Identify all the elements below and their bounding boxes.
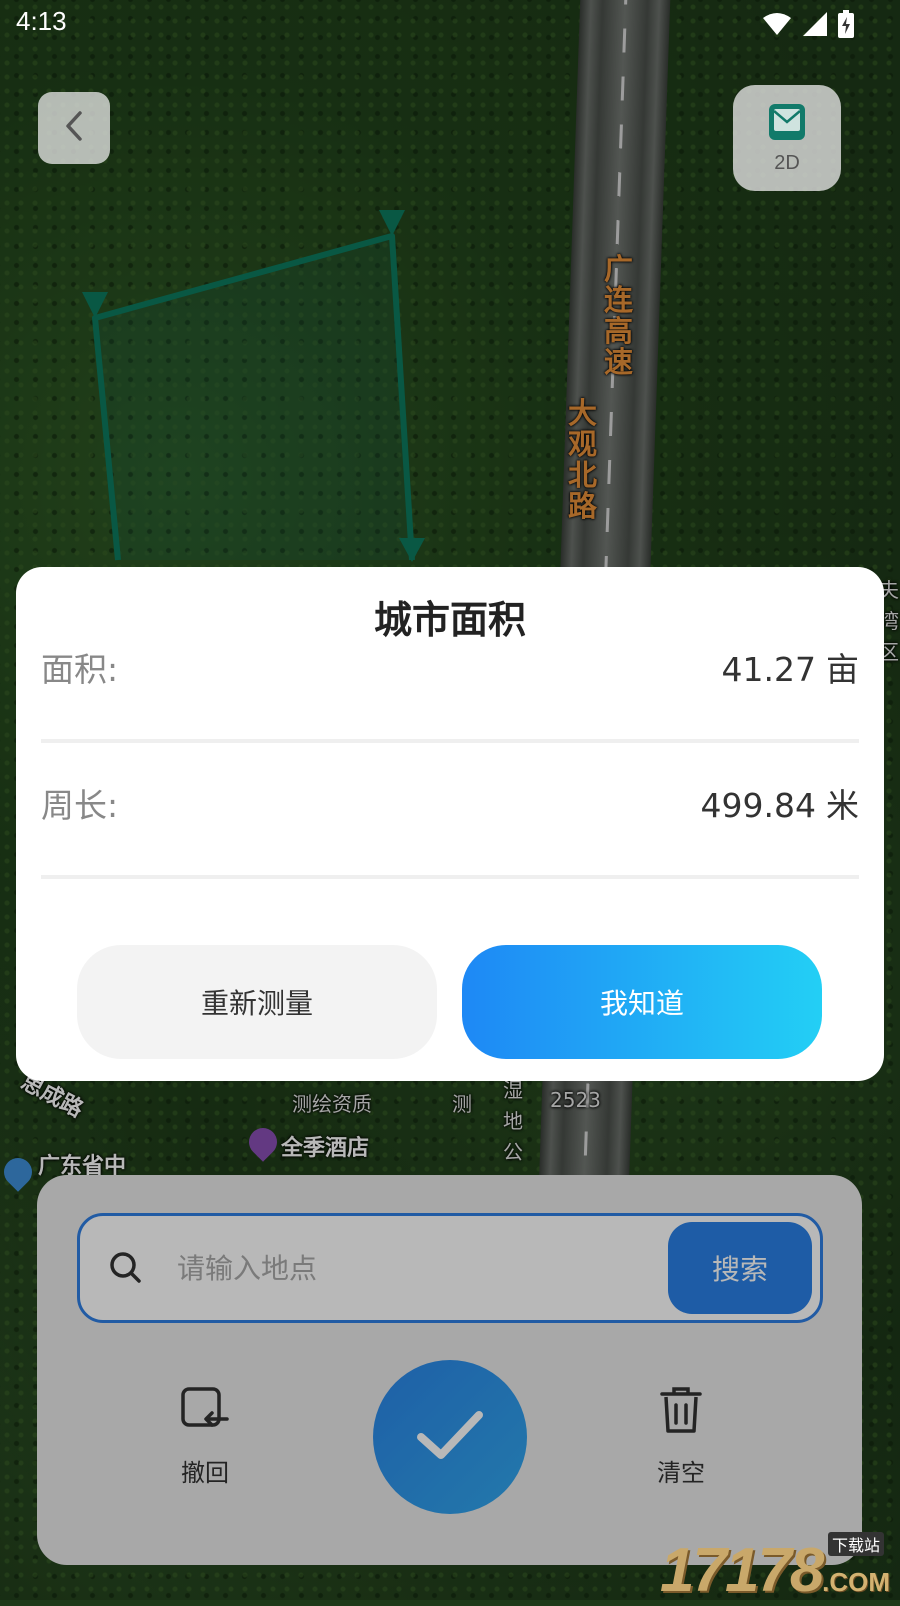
perimeter-label: 周长: — [41, 786, 119, 825]
area-row: 面积: 41.27 亩 — [41, 627, 859, 717]
remeasure-button[interactable]: 重新测量 — [77, 945, 437, 1059]
measurement-result-dialog: 城市面积 面积: 41.27 亩 周长: 499.84 米 重新测量 我知道 — [16, 567, 884, 1081]
battery-icon — [838, 10, 854, 42]
perimeter-value: 499.84 米 — [700, 786, 859, 825]
area-label: 面积: — [41, 650, 119, 689]
site-watermark-logo: 17178 下载站 .COM — [660, 1532, 890, 1605]
ok-button[interactable]: 我知道 — [462, 945, 822, 1059]
divider — [41, 739, 859, 743]
area-value: 41.27 亩 — [721, 650, 859, 689]
map-mode-toggle[interactable]: 2D — [733, 85, 841, 191]
map-mode-label: 2D — [774, 151, 800, 174]
map-layer-icon — [767, 102, 807, 146]
signal-icon — [802, 11, 828, 41]
status-time: 4:13 — [16, 6, 67, 36]
wifi-icon — [762, 12, 792, 40]
chevron-left-icon — [63, 109, 85, 147]
status-bar: 4:13 — [0, 0, 900, 50]
divider — [41, 875, 859, 879]
perimeter-row: 周长: 499.84 米 — [41, 763, 859, 853]
back-button[interactable] — [38, 92, 110, 164]
